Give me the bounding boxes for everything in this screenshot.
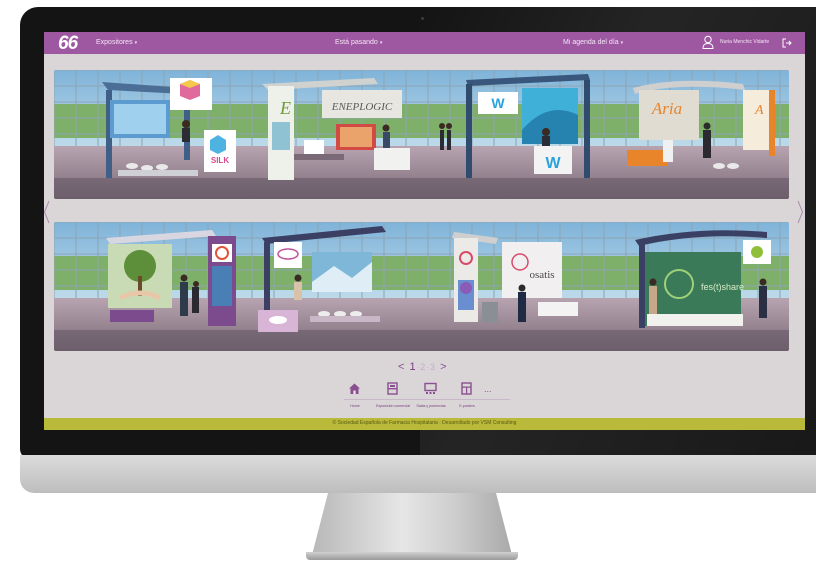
daily-agenda-menu[interactable]: Mi agenda del día ▾ [563,39,623,46]
footer-bar: © Sociedad Española de Farmacia Hospital… [44,418,805,430]
monitor-stand-neck [312,493,512,555]
quick-nav-rooms[interactable]: Salas y ponencias [411,382,451,416]
monitor-stand-foot [306,552,518,560]
exhibition-hall-row-2: osatis fes(t)share [54,222,789,351]
svg-text:W: W [491,95,505,111]
happening-menu-label: Está pasando [335,39,378,46]
stand-booth-5[interactable] [92,222,242,351]
stand-booth-4[interactable]: Aria A [617,70,787,199]
pagination-next[interactable]: > [440,361,446,373]
logout-icon[interactable] [782,38,792,48]
carousel-next-arrow[interactable] [796,200,804,224]
svg-text:A: A [754,103,764,118]
stand-pagination: < 1·2·3 > [397,361,448,373]
chevron-down-icon: ▾ [379,40,383,46]
stand-2-brand: ENEPLOGIC [331,101,393,113]
quick-nav-eposters-label: E-posters [459,404,475,408]
stand-8-brand: fes(t)share [701,282,744,292]
monitor-chin [20,455,816,493]
exhibition-icon [387,382,398,395]
user-icon[interactable] [702,35,714,49]
svg-text:E: E [279,98,291,118]
chevron-down-icon: ▾ [134,40,138,46]
happening-now-menu[interactable]: Está pasando ▾ [335,39,382,46]
pagination-page-1[interactable]: 1 [410,361,416,373]
quick-nav-home-label: Home [350,404,360,408]
stand-booth-7[interactable]: osatis [438,222,603,351]
congress-logo[interactable]: 66 [58,33,78,55]
user-name[interactable]: Nuria Menchic Vidarte [720,39,769,45]
stand-4-brand: Aria [651,99,682,118]
exhibitors-menu-label: Expositores [96,39,133,46]
quick-nav-rooms-label: Salas y ponencias [416,404,446,408]
app-screen: 66 Expositores ▾ Está pasando ▾ Mi agenda … [44,32,805,430]
chevron-down-icon: ▾ [620,40,624,46]
agenda-menu-label: Mi agenda del día [563,39,619,46]
stand-3-brand: W [545,155,561,172]
quick-nav-home[interactable]: Home [335,382,375,416]
stand-booth-2[interactable]: E ENEPLOGIC [254,70,424,199]
pagination-separator: · [426,363,429,372]
rooms-icon [424,382,437,394]
footer-copyright: © Sociedad Española de Farmacia Hospital… [332,420,517,426]
pagination-page-2[interactable]: 2 [420,362,425,372]
exhibitors-menu[interactable]: Expositores ▾ [96,39,137,46]
stand-1-brand: SILK [211,156,229,165]
stand-booth-3[interactable]: W W [438,70,603,199]
quick-nav-exhibition[interactable]: Exposición comercial [373,382,413,416]
home-icon [349,383,360,394]
quick-nav-more[interactable]: ... [484,384,492,394]
quick-nav-eposters[interactable]: E-posters [447,382,487,416]
stand-booth-8[interactable]: fes(t)share [617,222,787,351]
eposter-icon [461,382,472,395]
quick-nav-exhibition-label: Exposición comercial [376,404,410,408]
stand-7-brand: osatis [529,269,554,281]
monitor-mockup: 66 Expositores ▾ Está pasando ▾ Mi agenda … [0,0,816,562]
pagination-page-3[interactable]: 3 [430,362,435,372]
webcam-dot [421,17,424,20]
stand-booth-1[interactable]: SILK [92,70,242,199]
top-navigation-bar: 66 Expositores ▾ Está pasando ▾ Mi agenda … [44,32,805,54]
stand-booth-6[interactable] [254,222,414,351]
carousel-prev-arrow[interactable] [44,200,51,224]
pagination-prev[interactable]: < [398,361,404,373]
pagination-separator: · [416,363,420,372]
exhibition-hall-row-1: SILK E ENEPLOGIC W W Aria A [54,70,789,199]
